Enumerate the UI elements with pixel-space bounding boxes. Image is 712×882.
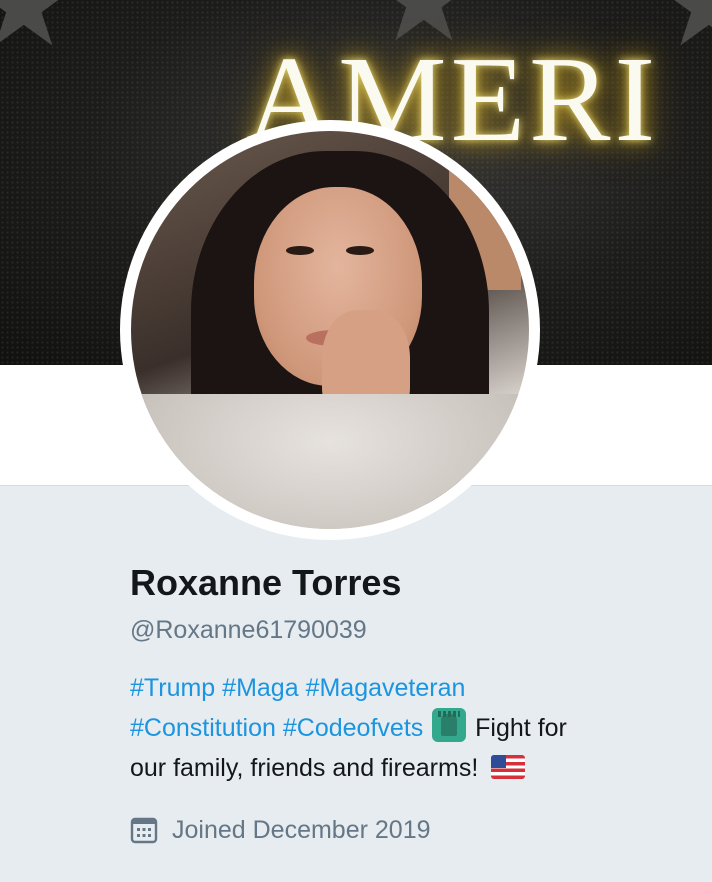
profile-info: Roxanne Torres @Roxanne61790039 #Trump #… <box>130 560 690 846</box>
hashtag-link[interactable]: #Magaveteran <box>306 674 466 702</box>
statue-of-liberty-icon <box>432 708 467 742</box>
bio-line-1: #Trump #Maga #Magaveteran <box>130 668 690 708</box>
avatar-photo <box>131 131 529 529</box>
hashtag-link[interactable]: #Constitution <box>130 714 276 742</box>
bio-line-3: our family, friends and firearms! <box>130 748 690 788</box>
star-decoration: ★ <box>655 0 712 74</box>
join-date: Joined December 2019 <box>130 814 690 846</box>
avatar[interactable] <box>120 120 540 540</box>
bio-line-2: #Constitution #Codeofvets Fight for <box>130 708 690 748</box>
bio-text: our family, friends and firearms! <box>130 754 486 782</box>
hashtag-link[interactable]: #Maga <box>222 674 298 702</box>
display-name: Roxanne Torres <box>130 562 402 603</box>
star-decoration: ★ <box>0 0 78 74</box>
profile-bio: #Trump #Maga #Magaveteran #Constitution … <box>130 668 690 788</box>
bio-text: Fight for <box>468 714 567 742</box>
us-flag-icon <box>491 755 526 779</box>
hashtag-link[interactable]: #Codeofvets <box>283 714 423 742</box>
user-handle: @Roxanne61790039 <box>130 616 367 644</box>
hashtag-link[interactable]: #Trump <box>130 674 215 702</box>
join-date-text: Joined December 2019 <box>172 816 431 844</box>
photo-sweater <box>131 393 529 529</box>
calendar-icon <box>130 816 158 844</box>
